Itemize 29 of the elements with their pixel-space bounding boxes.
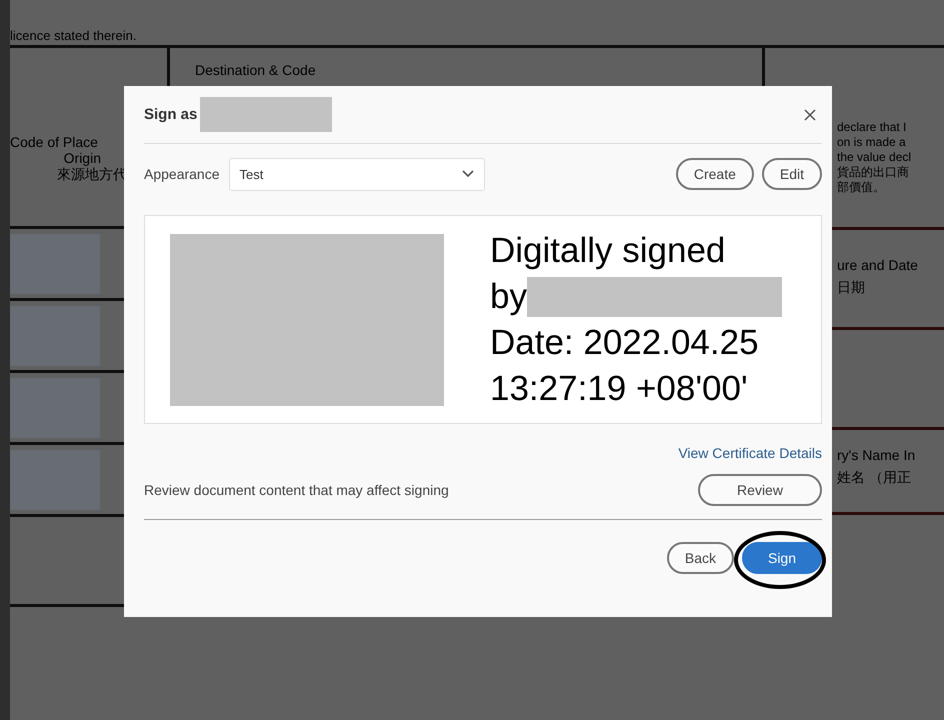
pill-button[interactable]: Create (676, 158, 754, 190)
signature-text: 13:27:19 +08'00' (490, 368, 749, 410)
field-label: Appearance (144, 166, 220, 182)
document-text: Destination & Code (195, 62, 317, 78)
document-text: the value decl (837, 150, 912, 165)
sign-button[interactable]: Sign (742, 542, 822, 574)
review-text: Review document content that may affect signing (144, 482, 449, 498)
document-text: on is made a (837, 135, 907, 150)
document-text: ure and Date (837, 256, 919, 275)
document-text: 部價值。 (837, 180, 886, 195)
document-text: 貨品的出口商 (837, 165, 910, 180)
certificate-link[interactable]: View Certificate Details (678, 445, 822, 461)
pill-button[interactable]: Edit (762, 158, 822, 190)
signature-text: Date: 2022.04.25 (490, 322, 760, 364)
document-text: Origin (64, 150, 101, 166)
document-text: 日期 (837, 278, 866, 297)
signature-text: by (490, 276, 527, 318)
document-text: 姓名 （用正 (837, 468, 912, 487)
review-button[interactable]: Review (698, 474, 822, 506)
chevron-down-icon (462, 170, 474, 178)
document-text: declare that I (837, 120, 908, 135)
document-text: Code of Place (10, 134, 98, 150)
signature-text: Digitally signed (490, 230, 726, 272)
dialog-title: Sign as (144, 106, 198, 123)
appearance-dropdown[interactable]: Test (228, 158, 485, 190)
document-text: licence stated therein. (10, 28, 136, 45)
document-text: ry's Name In (837, 446, 916, 465)
back-button[interactable]: Back (666, 542, 734, 574)
close-icon[interactable] (804, 108, 816, 120)
